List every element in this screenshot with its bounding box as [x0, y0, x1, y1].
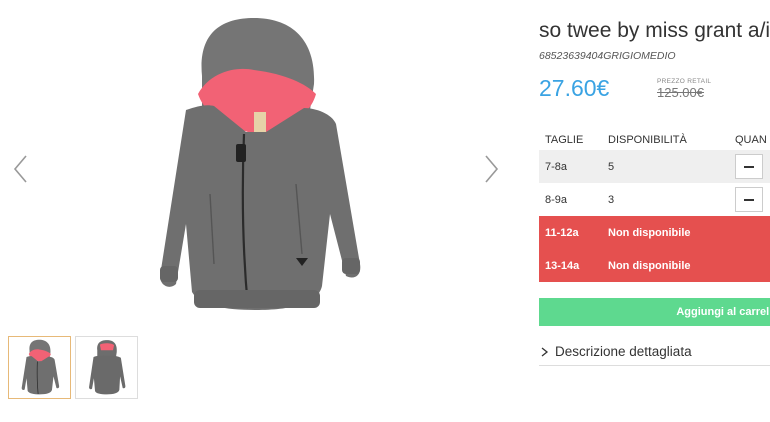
quantity-cell [735, 187, 770, 212]
thumbnail-back-image [88, 339, 125, 394]
size-availability: Non disponibile [608, 226, 691, 239]
sizes-table-header: TAGLIE DISPONIBILITÀ QUAN [539, 130, 770, 150]
header-size: TAGLIE [545, 134, 584, 146]
size-label: 11-12a [545, 226, 579, 239]
size-row-unavailable: 13-14a Non disponibile [539, 249, 770, 282]
size-label: 8-9a [545, 193, 568, 206]
size-label: 7-8a [545, 160, 568, 173]
retail-price-label: PREZZO RETAIL [657, 78, 712, 85]
add-to-cart-button[interactable]: Aggiungi al carrello [539, 298, 770, 326]
thumbnail-front-image [21, 339, 59, 394]
details-label: Descrizione dettagliata [555, 344, 692, 359]
thumbnail-front[interactable] [8, 336, 71, 399]
size-row: 7-8a 5 [539, 150, 770, 183]
quantity-decrease-button[interactable] [735, 154, 763, 179]
quantity-decrease-button[interactable] [735, 187, 763, 212]
sizes-table: TAGLIE DISPONIBILITÀ QUAN 7-8a 5 8-9a 3 … [539, 130, 770, 282]
size-availability: 3 [608, 193, 615, 206]
size-availability: 5 [608, 160, 615, 173]
product-title: so twee by miss grant a/i - [539, 19, 770, 42]
product-sku: 68523639404GRIGIOMEDIO [539, 50, 676, 62]
retail-price: 125.00€ [657, 85, 704, 100]
details-toggle[interactable]: Descrizione dettagliata [539, 338, 770, 366]
chevron-right-icon[interactable] [480, 152, 502, 186]
thumbnail-strip [8, 336, 138, 399]
product-info: so twee by miss grant a/i - 68523639404G… [539, 0, 770, 422]
product-image [160, 18, 361, 310]
product-gallery [0, 0, 520, 422]
header-quantity: QUAN [735, 134, 767, 146]
size-row: 8-9a 3 [539, 183, 770, 216]
quantity-cell [735, 154, 770, 179]
chevron-left-icon[interactable] [10, 152, 32, 186]
product-price: 27.60€ [539, 75, 610, 101]
size-row-unavailable: 11-12a Non disponibile [539, 216, 770, 249]
thumbnail-back[interactable] [75, 336, 138, 399]
chevron-right-small-icon [541, 346, 549, 357]
minus-icon [744, 198, 754, 201]
add-to-cart-label: Aggiungi al carrello [676, 306, 770, 318]
header-availability: DISPONIBILITÀ [608, 134, 687, 146]
minus-icon [744, 165, 754, 168]
size-availability: Non disponibile [608, 259, 691, 272]
size-label: 13-14a [545, 259, 580, 272]
